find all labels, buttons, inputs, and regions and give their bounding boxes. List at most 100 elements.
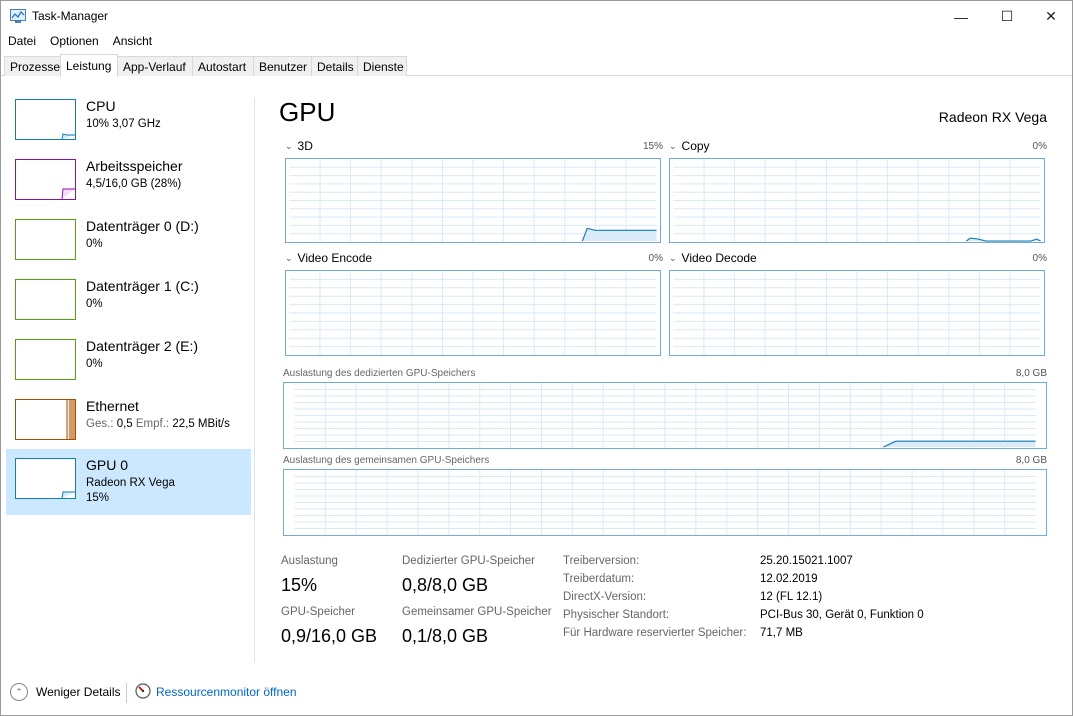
sidebar-item-detail: 0%: [86, 298, 103, 310]
shared-memory-label: Auslastung des gemeinsamen GPU-Speichers: [283, 455, 490, 466]
shared-memory-max: 8,0 GB: [1015, 455, 1047, 466]
tab-bar: Prozesse Leistung App-Verlauf Autostart …: [1, 54, 1072, 77]
graph-grid: [289, 271, 657, 355]
sidebar-item-label: Ethernet: [86, 398, 139, 414]
sidebar-item-datentraeger-2[interactable]: Datenträger 2 (E:) 0%: [6, 330, 251, 390]
gpu-memory-value: 0,9/16,0 GB: [281, 626, 378, 646]
engine-percent: 15%: [642, 141, 663, 152]
chevron-down-icon: ⌄: [669, 252, 677, 263]
sidebar-item-ethernet[interactable]: Ethernet Ges.: 0,5 Empf.: 22,5 MBit/s: [6, 390, 251, 450]
utilization-value: 15%: [281, 575, 318, 595]
sidebar-item-gpu-0[interactable]: GPU 0 Radeon RX Vega 15%: [6, 449, 251, 515]
tab-dienste[interactable]: Dienste: [357, 56, 407, 76]
send-value: 0,5: [116, 418, 133, 430]
menu-ansicht[interactable]: Ansicht: [106, 32, 159, 52]
tab-details[interactable]: Details: [311, 56, 358, 76]
tab-autostart[interactable]: Autostart: [192, 56, 254, 76]
engine-label: Video Decode: [681, 251, 757, 265]
menu-optionen[interactable]: Optionen: [43, 32, 106, 52]
graph-grid: [673, 159, 1041, 242]
graph-fill: [883, 441, 1036, 448]
driver-date-label: Treiberdatum:: [563, 573, 635, 585]
sidebar-divider: [254, 98, 255, 663]
performance-sidebar: CPU 10% 3,07 GHz Arbeitsspeicher 4,5/16,…: [1, 77, 254, 665]
graph-line: [966, 237, 1041, 242]
menu-bar: Datei Optionen Ansicht: [1, 32, 159, 52]
task-manager-icon: [10, 9, 26, 23]
graph-grid: [673, 271, 1041, 355]
sidebar-item-label: Datenträger 1 (C:): [86, 278, 199, 294]
graph-video-decode: [669, 270, 1045, 356]
dedicated-memory-stat-value: 0,8/8,0 GB: [402, 575, 489, 595]
engine-percent: 0%: [1032, 141, 1047, 152]
engine-label: 3D: [297, 139, 313, 153]
gpu-memory-label: GPU-Speicher: [281, 606, 356, 618]
tab-benutzer[interactable]: Benutzer: [253, 56, 312, 76]
shared-memory-stat-value: 0,1/8,0 GB: [402, 626, 489, 646]
reserved-memory-value: 71,7 MB: [760, 627, 803, 639]
chevron-down-icon: ⌄: [669, 140, 677, 151]
graph-grid: [294, 470, 1036, 535]
engine-percent: 0%: [648, 253, 663, 264]
disk-thumbnail-graph: [15, 279, 76, 320]
graph-shared-memory: [283, 469, 1047, 536]
driver-version-label: Treiberversion:: [563, 555, 640, 567]
shared-memory-stat-label: Gemeinsamer GPU-Speicher: [402, 606, 552, 618]
engine-selector-video-encode[interactable]: ⌄ Video Encode: [285, 251, 372, 265]
page-title: GPU: [279, 97, 336, 127]
graph-copy: [669, 158, 1045, 243]
dedicated-memory-stat-label: Dedizierter GPU-Speicher: [402, 555, 535, 567]
open-resource-monitor-link[interactable]: Ressourcenmonitor öffnen: [156, 685, 297, 699]
engine-selector-video-decode[interactable]: ⌄ Video Decode: [669, 251, 757, 265]
engine-label: Video Encode: [297, 251, 373, 265]
physical-location-label: Physischer Standort:: [563, 609, 670, 621]
sidebar-item-cpu[interactable]: CPU 10% 3,07 GHz: [6, 90, 251, 150]
sidebar-item-datentraeger-0[interactable]: Datenträger 0 (D:) 0%: [6, 210, 251, 270]
send-label: Ges.:: [86, 418, 114, 430]
close-button[interactable]: ✕: [1028, 1, 1072, 32]
tab-leistung[interactable]: Leistung: [60, 54, 118, 77]
sidebar-item-detail: 0%: [86, 238, 103, 250]
minimize-button[interactable]: —: [938, 1, 984, 32]
receive-label: Empf.:: [135, 418, 170, 430]
sidebar-item-label: Arbeitsspeicher: [86, 158, 183, 174]
gpu-thumbnail-graph: [15, 458, 76, 499]
sidebar-item-label: Datenträger 2 (E:): [86, 338, 199, 354]
engine-selector-3d[interactable]: ⌄ 3D: [285, 139, 313, 153]
driver-date-value: 12.02.2019: [760, 573, 818, 585]
utilization-label: Auslastung: [281, 555, 338, 567]
engine-selector-copy[interactable]: ⌄ Copy: [669, 139, 710, 153]
receive-value: 22,5 MBit/s: [172, 418, 230, 430]
graph-dedicated-memory: [283, 382, 1047, 449]
directx-version-label: DirectX-Version:: [563, 591, 647, 603]
fewer-details-button[interactable]: Weniger Details: [36, 685, 120, 699]
sidebar-item-label: Datenträger 0 (D:): [86, 218, 199, 234]
sidebar-item-label: GPU 0: [86, 457, 129, 473]
engine-percent: 0%: [1032, 253, 1047, 264]
title-bar: Task-Manager — ☐ ✕: [1, 1, 1072, 32]
sidebar-item-label: CPU: [86, 98, 116, 114]
sidebar-item-datentraeger-1[interactable]: Datenträger 1 (C:) 0%: [6, 270, 251, 330]
ethernet-thumbnail-graph: [15, 399, 76, 440]
reserved-memory-label: Für Hardware reservierter Speicher:: [563, 627, 747, 639]
footer-separator: [126, 683, 127, 703]
menu-datei[interactable]: Datei: [1, 32, 43, 52]
graph-grid: [294, 383, 1036, 448]
maximize-button[interactable]: ☐: [984, 1, 1030, 32]
minimize-icon: —: [954, 8, 968, 25]
resource-monitor-icon[interactable]: [135, 683, 151, 699]
tab-app-verlauf[interactable]: App-Verlauf: [117, 56, 193, 76]
dedicated-memory-max: 8,0 GB: [1015, 368, 1047, 379]
sidebar-item-detail: 10% 3,07 GHz: [86, 118, 161, 130]
task-manager-window: Task-Manager — ☐ ✕ Datei Optionen Ansich…: [0, 0, 1073, 716]
cpu-thumbnail-graph: [15, 99, 76, 140]
chevron-down-icon: ⌄: [285, 140, 293, 151]
sidebar-item-detail: Ges.: 0,5 Empf.: 22,5 MBit/s: [86, 418, 230, 430]
sidebar-item-detail: 0%: [86, 358, 103, 370]
chevron-up-circle-icon[interactable]: ⌃: [10, 683, 28, 701]
memory-thumbnail-graph: [15, 159, 76, 200]
graph-video-encode: [285, 270, 661, 356]
tab-prozesse[interactable]: Prozesse: [4, 56, 61, 76]
sidebar-item-arbeitsspeicher[interactable]: Arbeitsspeicher 4,5/16,0 GB (28%): [6, 150, 251, 210]
physical-location-value: PCI-Bus 30, Gerät 0, Funktion 0: [760, 609, 924, 621]
